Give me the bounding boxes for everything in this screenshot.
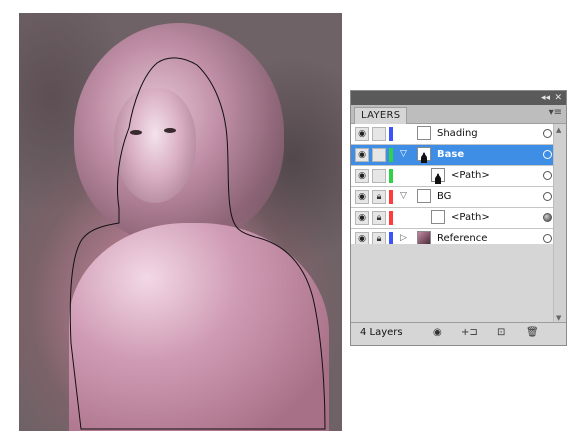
- scroll-down-arrow-icon[interactable]: ▼: [556, 314, 561, 322]
- layer-name[interactable]: BG: [437, 190, 451, 204]
- layer-thumbnail: [417, 126, 431, 140]
- layer-color-bar: [389, 169, 393, 183]
- layer-name[interactable]: <Path>: [451, 169, 490, 183]
- silhouette-thumbnail-icon: [421, 152, 427, 163]
- layer-thumbnail: [417, 189, 431, 203]
- layer-color-bar: [389, 127, 393, 141]
- layer-color-bar: [389, 190, 393, 204]
- target-circle-icon[interactable]: [543, 234, 552, 243]
- trash-icon[interactable]: 🗑: [526, 327, 539, 338]
- close-panel-icon[interactable]: ✕: [554, 92, 562, 104]
- create-sublayer-icon[interactable]: +⊐: [461, 327, 478, 338]
- lock-toggle[interactable]: [372, 127, 386, 141]
- layer-row-shading[interactable]: ◉ Shading: [351, 124, 566, 145]
- layer-color-bar: [389, 211, 393, 225]
- make-clipping-mask-icon[interactable]: ◉: [433, 327, 442, 338]
- layer-count: 4 Layers: [360, 327, 403, 338]
- sublayer-row-path[interactable]: ◉ 🔒︎ <Path>: [351, 208, 566, 229]
- layer-name[interactable]: Base: [437, 148, 464, 162]
- visibility-eye-icon[interactable]: ◉: [355, 190, 369, 204]
- traced-path-outline[interactable]: [19, 13, 342, 431]
- panel-menu-icon[interactable]: ▾≡: [549, 107, 562, 118]
- target-circle-icon[interactable]: [543, 150, 552, 159]
- scroll-up-arrow-icon[interactable]: ▲: [556, 126, 561, 134]
- new-layer-icon[interactable]: ⊡: [497, 327, 505, 338]
- photo-thumbnail: [417, 231, 431, 245]
- visibility-eye-icon[interactable]: ◉: [355, 211, 369, 225]
- target-circle-icon[interactable]: [543, 213, 552, 222]
- expand-triangle-icon[interactable]: ▷: [400, 233, 407, 243]
- target-circle-icon[interactable]: [543, 171, 552, 180]
- layer-thumbnail: [431, 168, 445, 184]
- visibility-eye-icon[interactable]: ◉: [355, 169, 369, 183]
- visibility-eye-icon[interactable]: ◉: [355, 148, 369, 162]
- panel-footer: 4 Layers ◉ +⊐ ⊡ 🗑: [351, 322, 566, 345]
- visibility-eye-icon[interactable]: ◉: [355, 127, 369, 141]
- layer-list-empty-area: [351, 244, 554, 319]
- layer-row-base[interactable]: ◉ ▽ Base: [351, 145, 566, 166]
- vector-path: [69, 57, 326, 430]
- layer-row-bg[interactable]: ◉ 🔒︎ ▽ BG: [351, 187, 566, 208]
- layers-scrollbar[interactable]: ▲ ▼: [553, 124, 566, 324]
- expand-triangle-icon[interactable]: ▽: [400, 149, 407, 159]
- lock-toggle[interactable]: [372, 169, 386, 183]
- lock-icon[interactable]: 🔒︎: [372, 211, 386, 225]
- target-circle-icon[interactable]: [543, 129, 552, 138]
- layers-panel: ◂◂ ✕ LAYERS ▾≡ ◉ Shading ◉ ▽ Base ◉ <Pat…: [350, 90, 567, 346]
- silhouette-thumbnail-icon: [435, 173, 441, 184]
- expand-triangle-icon[interactable]: ▽: [400, 191, 407, 201]
- tab-layers[interactable]: LAYERS: [354, 107, 408, 124]
- layer-color-bar: [389, 148, 393, 162]
- layer-thumbnail: [417, 147, 431, 163]
- layer-thumbnail: [431, 210, 445, 224]
- artboard-photo[interactable]: [19, 13, 342, 431]
- target-circle-icon[interactable]: [543, 192, 552, 201]
- collapse-panel-icon[interactable]: ◂◂: [541, 92, 550, 104]
- layer-name[interactable]: Shading: [437, 127, 478, 141]
- lock-icon[interactable]: 🔒︎: [372, 190, 386, 204]
- layer-list: ◉ Shading ◉ ▽ Base ◉ <Path> ◉ 🔒︎ ▽ BG ◉ …: [351, 124, 566, 250]
- lock-toggle[interactable]: [372, 148, 386, 162]
- panel-tab-strip: LAYERS ▾≡: [351, 105, 566, 124]
- sublayer-row-path[interactable]: ◉ <Path>: [351, 166, 566, 187]
- layer-name[interactable]: <Path>: [451, 211, 490, 225]
- panel-title-bar[interactable]: ◂◂ ✕: [351, 91, 566, 105]
